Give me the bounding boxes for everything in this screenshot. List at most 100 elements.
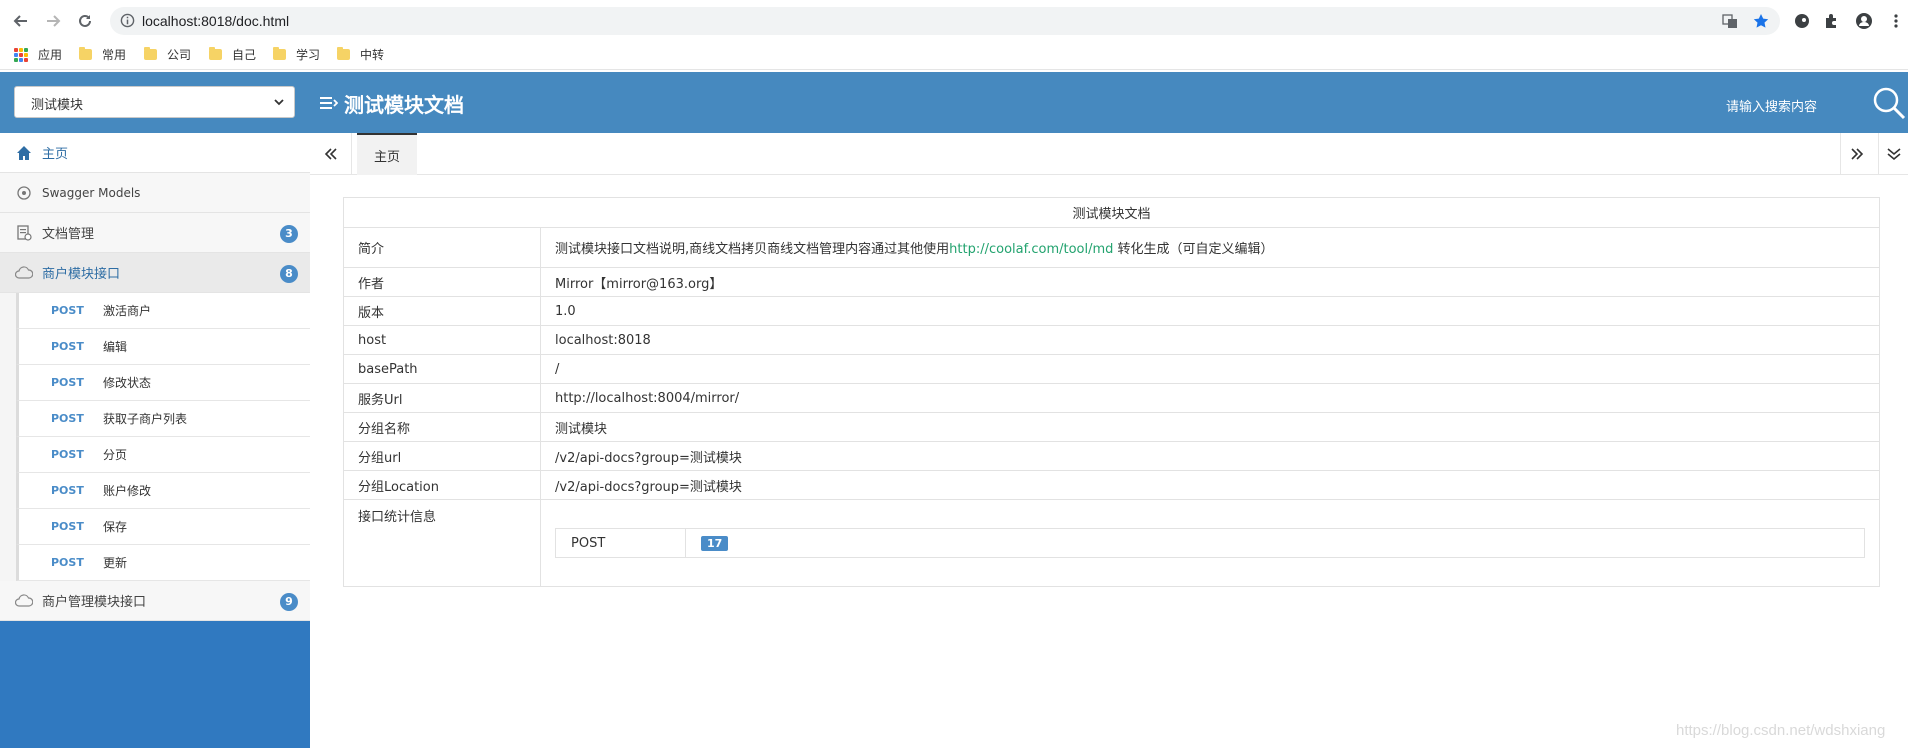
api-item[interactable]: POST 保存 (16, 509, 310, 545)
table-row: 接口统计信息 POST 17 (343, 499, 1880, 587)
bookmark-label: 应用 (38, 48, 63, 62)
api-item[interactable]: POST 修改状态 (16, 365, 310, 401)
chevron-down-icon (274, 96, 284, 111)
row-key: 服务Url (343, 383, 541, 413)
api-item-label: 账户修改 (103, 484, 152, 498)
translate-icon[interactable] (1722, 13, 1738, 29)
folder-icon (144, 47, 157, 60)
sidebar-item-swagger-models[interactable]: Swagger Models (0, 173, 310, 213)
sidebar-item-home[interactable]: 主页 (0, 133, 310, 173)
api-item-label: 激活商户 (103, 304, 152, 318)
http-method: POST (51, 448, 84, 461)
doc-manage-icon (14, 223, 34, 243)
bookmark-label: 常用 (102, 48, 127, 62)
app-header: 测试模块 测试模块文档 请输入搜索内容 (0, 72, 1908, 133)
api-item[interactable]: POST 分页 (16, 437, 310, 473)
bookmark-label: 中转 (360, 48, 385, 62)
extensions-icon[interactable] (1823, 12, 1841, 30)
api-item[interactable]: POST 编辑 (16, 329, 310, 365)
folder-icon (209, 47, 222, 60)
intro-suffix: 转化生成（可自定义编辑） (1113, 242, 1274, 257)
tab-scroll-left[interactable] (310, 133, 352, 175)
folder-icon (273, 47, 286, 60)
api-stats-table: POST 17 (555, 528, 1865, 558)
api-item[interactable]: POST 激活商户 (16, 293, 310, 329)
intro-text: 测试模块接口文档说明,商线文档拷贝商线文档管理内容通过其他使用 (555, 242, 950, 257)
cloud-icon (14, 263, 34, 283)
sidebar-item-merchant-manage-api[interactable]: 商户管理模块接口 9 (0, 581, 310, 621)
tab-menu[interactable] (1878, 133, 1908, 175)
back-button[interactable] (10, 10, 32, 32)
tab-home[interactable]: 主页 (357, 133, 417, 175)
arrow-left-icon (13, 15, 27, 27)
tab-scroll-right[interactable] (1840, 133, 1872, 175)
address-bar[interactable]: localhost:8018/doc.html (110, 7, 1780, 35)
row-value: POST 17 (540, 499, 1880, 587)
http-method: POST (51, 520, 84, 533)
api-item[interactable]: POST 账户修改 (16, 473, 310, 509)
stats-count-badge: 17 (701, 535, 729, 551)
table-row: basePath / (343, 354, 1880, 384)
info-icon[interactable] (120, 13, 135, 32)
http-method: POST (51, 412, 84, 425)
search-input[interactable]: 请输入搜索内容 (1726, 96, 1817, 115)
row-key: host (343, 325, 541, 355)
bookmark-folder[interactable]: 常用 (79, 46, 126, 63)
api-item-label: 分页 (103, 448, 128, 462)
row-value: http://localhost:8004/mirror/ (540, 383, 1880, 413)
group-select[interactable]: 测试模块 (14, 86, 295, 118)
page-title-text: 测试模块文档 (344, 93, 464, 117)
http-method: POST (51, 484, 84, 497)
double-chevron-down-icon (1886, 148, 1901, 161)
folder-icon (337, 47, 350, 60)
reload-button[interactable] (74, 10, 96, 32)
bookmark-label: 学习 (296, 48, 321, 62)
row-value: / (540, 354, 1880, 384)
http-method: POST (51, 556, 84, 569)
row-key: 版本 (343, 296, 541, 326)
md-tool-link[interactable]: http://coolaf.com/tool/md (949, 242, 1113, 257)
models-icon (14, 183, 34, 203)
folder-icon (79, 47, 92, 60)
row-value: 测试模块接口文档说明,商线文档拷贝商线文档管理内容通过其他使用http://co… (540, 227, 1880, 268)
row-key: 作者 (343, 267, 541, 297)
bookmark-folder[interactable]: 中转 (337, 46, 384, 63)
api-item[interactable]: POST 获取子商户列表 (16, 401, 310, 437)
doc-table-title: 测试模块文档 (343, 197, 1880, 228)
bookmark-folder[interactable]: 公司 (144, 46, 191, 63)
page-title: 测试模块文档 (320, 89, 464, 118)
row-key: 简介 (343, 227, 541, 268)
sidebar-item-label: Swagger Models (42, 185, 141, 200)
url-text[interactable]: localhost:8018/doc.html (142, 13, 289, 29)
row-value: 1.0 (540, 296, 1880, 326)
row-key: basePath (343, 354, 541, 384)
bookmark-folder[interactable]: 自己 (209, 46, 256, 63)
profile-icon[interactable] (1855, 12, 1873, 30)
row-value: 测试模块 (540, 412, 1880, 442)
tabs-bar: 主页 (310, 133, 1908, 175)
bookmark-label: 公司 (167, 48, 192, 62)
stats-method: POST (555, 528, 686, 558)
row-key: 分组名称 (343, 412, 541, 442)
sidebar-item-label: 商户管理模块接口 (42, 595, 147, 610)
star-icon[interactable] (1753, 13, 1769, 29)
forward-button[interactable] (42, 10, 64, 32)
api-item-label: 保存 (103, 520, 128, 534)
http-method: POST (51, 340, 84, 353)
bookmark-apps[interactable]: 应用 (14, 46, 62, 63)
table-row: 版本 1.0 (343, 296, 1880, 326)
sidebar-item-doc-manage[interactable]: 文档管理 3 (0, 213, 310, 253)
api-item[interactable]: POST 更新 (16, 545, 310, 581)
api-item-label: 编辑 (103, 340, 128, 354)
bookmark-folder[interactable]: 学习 (273, 46, 320, 63)
menu-fold-icon[interactable] (320, 92, 339, 116)
evernote-icon[interactable] (1793, 12, 1811, 30)
home-icon (14, 143, 34, 163)
more-vert-icon[interactable] (1887, 12, 1905, 30)
row-key: 接口统计信息 (343, 499, 541, 587)
search-icon[interactable] (1872, 86, 1906, 120)
sidebar-item-label: 主页 (42, 147, 69, 162)
sidebar-item-merchant-api[interactable]: 商户模块接口 8 (0, 253, 310, 293)
browser-toolbar: localhost:8018/doc.html (0, 0, 1908, 40)
table-row: 作者 Mirror【mirror@163.org】 (343, 267, 1880, 297)
